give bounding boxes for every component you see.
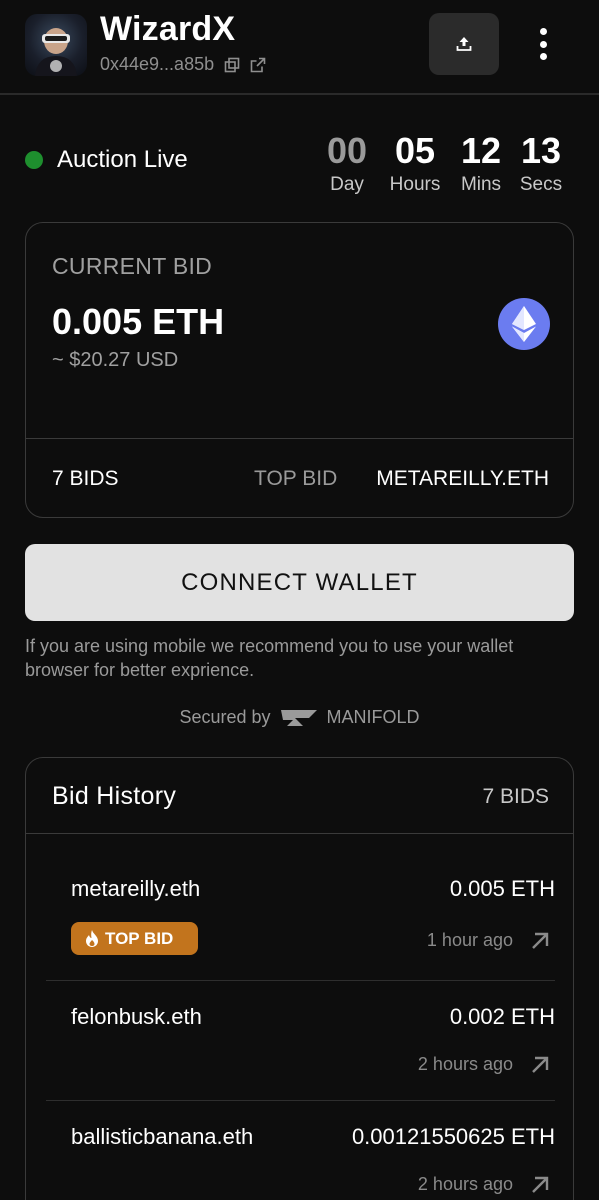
share-upload-icon (456, 37, 472, 51)
collection-avatar[interactable] (25, 14, 87, 76)
manifold-brand[interactable]: MANIFOLD (327, 707, 420, 728)
countdown-secs: 13 Secs (516, 130, 566, 196)
top-bid-badge-label: TOP BID (105, 928, 174, 948)
arrow-up-right-icon[interactable] (529, 930, 551, 952)
copy-icon[interactable] (224, 57, 240, 73)
bids-count: 7 BIDS (52, 467, 119, 490)
current-bid-amount: 0.005 ETH (52, 301, 225, 342)
bid-history-panel: Bid History 7 BIDS metareilly.eth 0.005 … (25, 757, 574, 1200)
bid-row: ballisticbanana.eth 0.00121550625 ETH 2 … (46, 1108, 555, 1200)
bid-time: 2 hours ago (417, 1174, 513, 1194)
more-vertical-icon[interactable] (530, 24, 556, 64)
countdown-mins-value: 12 (460, 130, 502, 171)
row-divider (46, 1100, 555, 1101)
bid-row: metareilly.eth 0.005 ETH TOP BID 1 hour … (46, 858, 555, 978)
contract-address: 0x44e9...a85b (100, 54, 215, 74)
countdown-hours-value: 05 (394, 130, 436, 171)
bid-history-divider (26, 833, 573, 834)
bid-row: felonbusk.eth 0.002 ETH 2 hours ago (46, 988, 555, 1098)
top-bidder-name[interactable]: METAREILLY.ETH (376, 467, 549, 491)
bid-amount: 0.00121550625 ETH (351, 1124, 555, 1149)
connect-wallet-button[interactable]: CONNECT WALLET (25, 544, 574, 621)
bid-history-count: 7 BIDS (482, 785, 549, 808)
countdown-mins-label: Mins (460, 174, 502, 195)
arrow-up-right-icon[interactable] (529, 1174, 551, 1196)
countdown-days-label: Day (330, 174, 364, 195)
avatar-portrait-icon (35, 28, 77, 76)
secured-by-label: Secured by (179, 707, 271, 727)
mobile-wallet-note: If you are using mobile we recommend you… (25, 636, 514, 680)
bidder-name[interactable]: ballisticbanana.eth (71, 1124, 253, 1150)
arrow-up-right-icon[interactable] (529, 1054, 551, 1076)
bidder-name[interactable]: metareilly.eth (71, 876, 200, 902)
flame-icon (86, 930, 98, 947)
card-divider (26, 438, 573, 439)
auction-status-label: Auction Live (57, 146, 188, 173)
countdown-mins: 12 Mins (457, 130, 505, 196)
countdown-hours: 05 Hours (387, 130, 443, 196)
countdown-secs-label: Secs (519, 174, 563, 195)
bid-amount: 0.005 ETH (449, 876, 555, 901)
bid-amount: 0.002 ETH (449, 1004, 555, 1029)
current-bid-label: CURRENT BID (52, 253, 213, 279)
countdown-secs-value: 13 (520, 130, 562, 171)
live-indicator-dot (25, 151, 43, 169)
countdown-days-value: 00 (326, 130, 368, 171)
bid-history-title: Bid History (52, 782, 177, 810)
ethereum-icon (498, 298, 550, 350)
countdown-hours-label: Hours (389, 174, 441, 195)
bidder-name[interactable]: felonbusk.eth (71, 1004, 202, 1030)
current-bid-card: CURRENT BID 0.005 ETH ~ $20.27 USD 7 BID… (25, 222, 574, 518)
header: WizardX 0x44e9...a85b (0, 0, 599, 95)
secured-by-line: Secured by MANIFOLD (0, 707, 599, 728)
countdown-days: 00 Day (322, 130, 372, 196)
bid-time: 2 hours ago (417, 1054, 513, 1074)
top-bid-label: TOP BID (254, 467, 338, 490)
collection-title: WizardX (100, 10, 236, 48)
current-bid-usd: ~ $20.27 USD (52, 349, 179, 371)
row-divider (46, 980, 555, 981)
bid-time: 1 hour ago (426, 930, 513, 950)
share-button[interactable] (429, 13, 499, 75)
top-bid-badge: TOP BID (71, 922, 198, 955)
external-link-icon[interactable] (250, 57, 266, 73)
address-row: 0x44e9...a85b (100, 54, 266, 75)
auction-status: Auction Live (25, 146, 188, 174)
manifold-logo-icon (280, 709, 317, 726)
